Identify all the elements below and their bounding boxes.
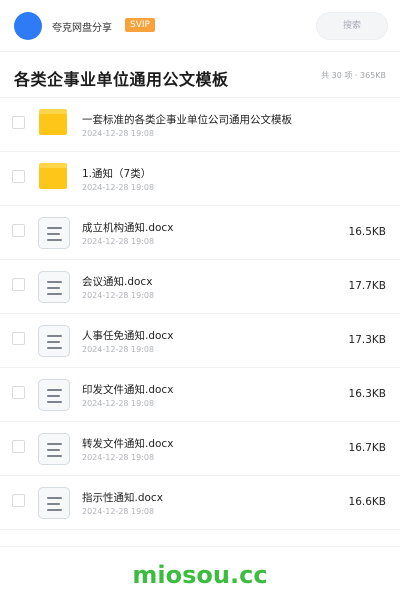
document-icon <box>38 216 70 249</box>
document-icon <box>38 378 70 411</box>
document-icon <box>38 486 70 519</box>
svip-badge: SVIP <box>125 18 155 32</box>
item-date: 2024-12-28 19:08 <box>82 345 155 354</box>
item-date: 2024-12-28 19:08 <box>82 183 155 192</box>
avatar[interactable] <box>14 12 42 40</box>
file-list: 一套标准的各类企事业单位公司通用公文模板 2024-12-28 19:08 1.… <box>0 98 400 530</box>
item-name[interactable]: 一套标准的各类企事业单位公司通用公文模板 <box>82 112 292 127</box>
list-item[interactable]: 指示性通知.docx 2024-12-28 19:08 16.6KB <box>0 476 400 530</box>
folder-header: 各类企事业单位通用公文模板 共 30 项 · 365KB <box>0 52 400 98</box>
row-checkbox[interactable] <box>12 170 25 183</box>
list-item[interactable]: 印发文件通知.docx 2024-12-28 19:08 16.3KB <box>0 368 400 422</box>
username[interactable]: 夸克网盘分享 <box>52 19 112 34</box>
folder-meta: 共 30 项 · 365KB <box>321 71 386 80</box>
item-size: 17.3KB <box>348 334 386 346</box>
item-size: 16.6KB <box>348 496 386 508</box>
item-date: 2024-12-28 19:08 <box>82 453 155 462</box>
list-item[interactable]: 成立机构通知.docx 2024-12-28 19:08 16.5KB <box>0 206 400 260</box>
watermark: miosou.cc <box>132 561 268 589</box>
item-date: 2024-12-28 19:08 <box>82 507 155 516</box>
item-date: 2024-12-28 19:08 <box>82 237 155 246</box>
item-name[interactable]: 印发文件通知.docx <box>82 382 173 397</box>
item-name[interactable]: 人事任免通知.docx <box>82 328 173 343</box>
item-name[interactable]: 指示性通知.docx <box>82 490 163 505</box>
item-size: 16.5KB <box>348 226 386 238</box>
item-date: 2024-12-28 19:08 <box>82 291 155 300</box>
document-icon <box>38 270 70 303</box>
list-item[interactable]: 会议通知.docx 2024-12-28 19:08 17.7KB <box>0 260 400 314</box>
list-item[interactable]: 人事任免通知.docx 2024-12-28 19:08 17.3KB <box>0 314 400 368</box>
row-checkbox[interactable] <box>12 224 25 237</box>
list-item[interactable]: 转发文件通知.docx 2024-12-28 19:08 16.7KB <box>0 422 400 476</box>
list-item[interactable]: 1.通知（7类） 2024-12-28 19:08 <box>0 152 400 206</box>
item-date: 2024-12-28 19:08 <box>82 399 155 408</box>
search-input[interactable]: 搜索 <box>316 12 388 40</box>
item-name[interactable]: 转发文件通知.docx <box>82 436 173 451</box>
item-size: 16.7KB <box>348 442 386 454</box>
item-size: 17.7KB <box>348 280 386 292</box>
list-item[interactable]: 一套标准的各类企事业单位公司通用公文模板 2024-12-28 19:08 <box>0 98 400 152</box>
folder-icon <box>38 108 70 140</box>
row-checkbox[interactable] <box>12 494 25 507</box>
item-name[interactable]: 1.通知（7类） <box>82 166 151 181</box>
divider <box>0 546 400 547</box>
row-checkbox[interactable] <box>12 332 25 345</box>
row-checkbox[interactable] <box>12 116 25 129</box>
row-checkbox[interactable] <box>12 440 25 453</box>
document-icon <box>38 432 70 465</box>
page-title: 各类企事业单位通用公文模板 <box>14 70 229 89</box>
item-date: 2024-12-28 19:08 <box>82 129 155 138</box>
folder-icon <box>38 162 70 194</box>
document-icon <box>38 324 70 357</box>
item-name[interactable]: 成立机构通知.docx <box>82 220 173 235</box>
row-checkbox[interactable] <box>12 278 25 291</box>
item-size: 16.3KB <box>348 388 386 400</box>
item-name[interactable]: 会议通知.docx <box>82 274 152 289</box>
row-checkbox[interactable] <box>12 386 25 399</box>
top-bar: 夸克网盘分享 SVIP 搜索 <box>0 0 400 52</box>
